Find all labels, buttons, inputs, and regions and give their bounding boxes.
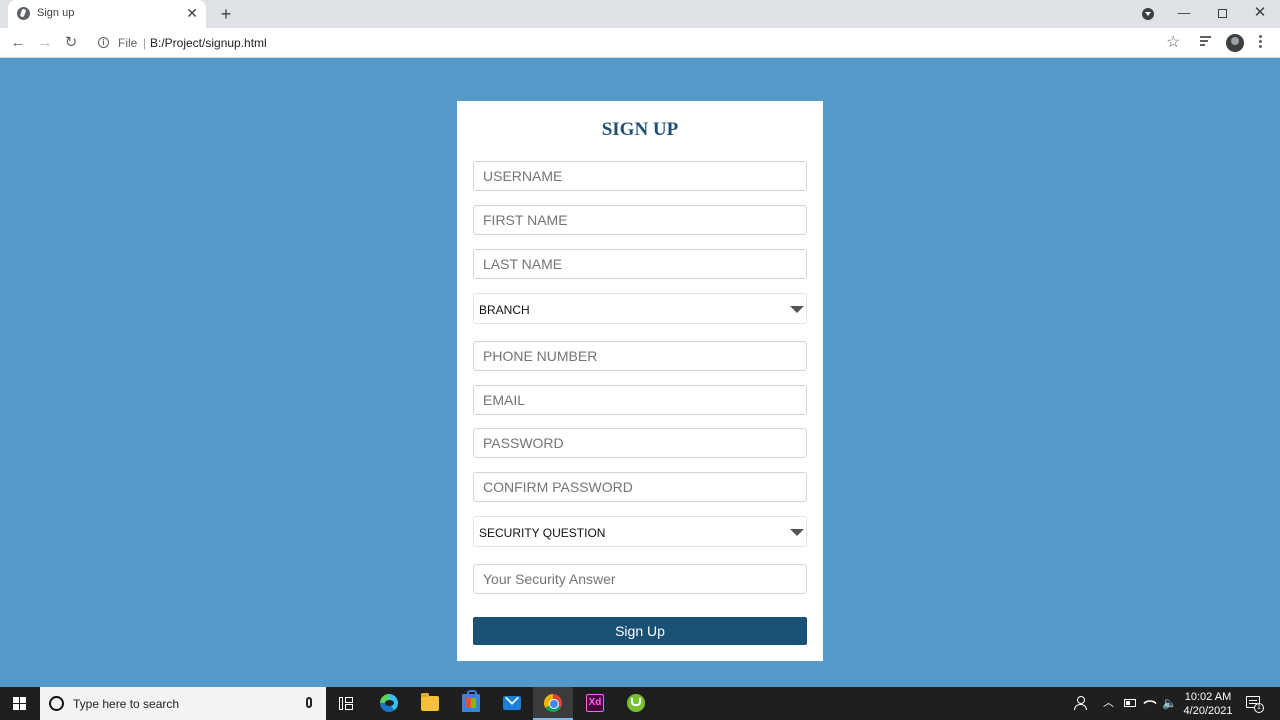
new-tab-button[interactable]: +: [216, 4, 236, 24]
address-url[interactable]: B:/Project/signup.html: [150, 36, 267, 50]
clock-time: 10:02 AM: [1184, 691, 1232, 703]
close-window-button[interactable]: ✕: [1250, 4, 1270, 22]
media-control-icon[interactable]: [1200, 36, 1214, 48]
sign-up-button[interactable]: Sign Up: [473, 617, 807, 645]
windows-logo-icon: [13, 697, 27, 711]
microphone-icon[interactable]: [306, 697, 312, 708]
chevron-up-icon[interactable]: ︿: [1103, 695, 1114, 720]
taskbar-app-chrome[interactable]: [533, 687, 573, 720]
folder-icon: [421, 693, 439, 711]
first-name-input[interactable]: [473, 205, 807, 235]
xd-icon: Xd: [586, 694, 604, 712]
edge-icon: [380, 694, 398, 712]
wifi-icon[interactable]: [1143, 696, 1157, 710]
tab-title: Sign up: [37, 7, 75, 19]
branch-select[interactable]: BRANCH: [473, 293, 807, 324]
taskbar-app-mail[interactable]: [492, 687, 532, 720]
profile-avatar[interactable]: [1226, 34, 1244, 52]
minimize-button[interactable]: —: [1174, 4, 1194, 22]
chrome-icon: [544, 694, 562, 712]
clock-date: 4/20/2021: [1183, 705, 1233, 717]
browser-tab[interactable]: Sign up ✕: [8, 0, 206, 28]
tab-close-icon[interactable]: ✕: [186, 5, 198, 21]
email-input[interactable]: [473, 385, 807, 415]
bookmark-star-icon[interactable]: ☆: [1166, 34, 1180, 52]
maximize-icon: [1217, 9, 1227, 18]
address-separator: |: [143, 36, 147, 50]
browser-tabstrip: Sign up ✕ + — ✕: [0, 0, 1280, 28]
username-input[interactable]: [473, 161, 807, 191]
taskbar-clock[interactable]: 10:02 AM 4/20/2021: [1180, 690, 1236, 720]
taskbar-app-edge[interactable]: [369, 687, 409, 720]
utorrent-icon: [627, 694, 645, 712]
volume-icon[interactable]: 🔈: [1162, 695, 1177, 720]
security-question-select-value: SECURITY QUESTION: [479, 526, 606, 540]
signup-card: SIGN UP BRANCH SECURITY QUESTION Sign Up: [457, 101, 823, 661]
notification-center-icon[interactable]: 1: [1246, 696, 1264, 713]
address-scheme-label: File: [118, 36, 138, 50]
taskbar-app-xd[interactable]: Xd: [575, 687, 615, 720]
forward-button[interactable]: →: [35, 33, 55, 53]
taskbar-search-placeholder: Type here to search: [73, 697, 180, 711]
security-question-select[interactable]: SECURITY QUESTION: [473, 516, 807, 547]
taskbar-app-file-explorer[interactable]: [410, 687, 450, 720]
cortana-icon: [49, 696, 64, 711]
browser-menu-icon[interactable]: [1259, 35, 1263, 49]
address-bar[interactable]: i File | B:/Project/signup.html: [90, 31, 1190, 55]
taskbar-search-box[interactable]: Type here to search: [40, 687, 326, 720]
tab-search-icon[interactable]: [1142, 8, 1154, 20]
start-button[interactable]: [0, 687, 40, 720]
back-button[interactable]: ←: [8, 33, 28, 53]
last-name-input[interactable]: [473, 249, 807, 279]
people-icon[interactable]: [1073, 696, 1087, 710]
globe-icon: [17, 7, 30, 20]
branch-select-value: BRANCH: [479, 303, 530, 317]
confirm-password-input[interactable]: [473, 472, 807, 502]
info-icon[interactable]: i: [98, 37, 109, 48]
taskbar: Type here to search Xd ︿ 🔈 10:02 AM 4/20…: [0, 687, 1280, 720]
battery-icon[interactable]: [1124, 699, 1136, 707]
mail-icon: [503, 696, 521, 710]
form-title: SIGN UP: [601, 119, 679, 140]
taskbar-app-store[interactable]: [451, 687, 491, 720]
taskbar-app-utorrent[interactable]: [616, 687, 656, 720]
store-icon: [462, 690, 480, 712]
phone-number-input[interactable]: [473, 341, 807, 371]
chevron-down-icon: [790, 529, 804, 536]
task-view-icon[interactable]: [339, 697, 354, 710]
chevron-down-icon: [790, 306, 804, 313]
maximize-button[interactable]: [1212, 4, 1232, 22]
security-answer-input[interactable]: [473, 564, 807, 594]
reload-button[interactable]: ↻: [61, 33, 81, 53]
browser-toolbar: ← → ↻ i File | B:/Project/signup.html: [0, 28, 1280, 58]
notification-count-badge: 1: [1254, 703, 1264, 713]
password-input[interactable]: [473, 428, 807, 458]
